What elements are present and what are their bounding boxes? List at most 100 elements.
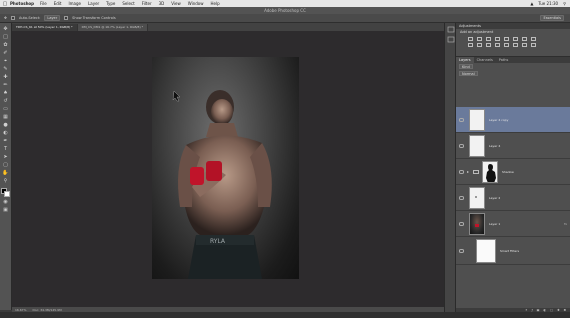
menu-type[interactable]: Type bbox=[106, 1, 115, 6]
menu-file[interactable]: File bbox=[40, 1, 47, 6]
add-mask-icon[interactable]: ▣ bbox=[537, 308, 540, 312]
color-swatches[interactable] bbox=[1, 188, 10, 197]
visibility-eye-icon[interactable] bbox=[459, 144, 464, 148]
properties-panel-icon[interactable] bbox=[447, 36, 455, 43]
document-tab-1[interactable]: TDH-CS_61 at 50% (Layer 1, RGB/8) * bbox=[12, 24, 78, 31]
menu-filter[interactable]: Filter bbox=[142, 1, 152, 6]
transform-controls-checkbox[interactable] bbox=[64, 16, 69, 20]
apple-icon[interactable]:  bbox=[0, 1, 10, 7]
exposure-icon[interactable] bbox=[495, 37, 500, 41]
layer-filter-dropdown[interactable]: Kind bbox=[459, 64, 473, 69]
auto-select-checkbox[interactable] bbox=[10, 16, 15, 20]
clock[interactable]: Tue 21:30 bbox=[538, 1, 558, 6]
layer-name[interactable]: Layer 4 copy bbox=[489, 118, 508, 122]
tab-paths[interactable]: Paths bbox=[496, 57, 512, 63]
history-brush-tool-icon[interactable]: ↺ bbox=[2, 98, 10, 104]
layer-name[interactable]: Layer 1 bbox=[489, 222, 500, 226]
layer-name[interactable]: Smart Filters bbox=[500, 249, 519, 253]
dodge-tool-icon[interactable]: ◐ bbox=[2, 130, 10, 136]
brightness-contrast-icon[interactable] bbox=[468, 37, 473, 41]
zoom-level[interactable]: 16.67% bbox=[15, 308, 26, 312]
channel-mixer-icon[interactable] bbox=[477, 43, 482, 47]
layer-row-layer-1[interactable]: Layer 1 fx bbox=[456, 211, 570, 237]
screen-mode-icon[interactable]: ▣ bbox=[2, 207, 10, 213]
layer-name[interactable]: Layer 4 bbox=[489, 144, 500, 148]
move-tool-icon[interactable]: ✥ bbox=[4, 16, 7, 20]
menu-image[interactable]: Image bbox=[68, 1, 81, 6]
doc-info[interactable]: Doc: 34.3M/145.9M bbox=[32, 308, 61, 312]
trash-icon[interactable]: ✖ bbox=[563, 308, 566, 312]
layer-row-layer-2[interactable]: Layer 2 bbox=[456, 185, 570, 211]
brush-tool-icon[interactable]: ✏ bbox=[2, 82, 10, 88]
new-adjustment-icon[interactable]: ◐ bbox=[544, 308, 547, 312]
chevron-right-icon[interactable]: ▸ bbox=[467, 169, 469, 174]
curves-icon[interactable] bbox=[486, 37, 491, 41]
workspace-dropdown[interactable]: Essentials bbox=[540, 15, 564, 21]
posterize-icon[interactable] bbox=[504, 43, 509, 47]
layer-row-shadow[interactable]: ▸ Shadow bbox=[456, 159, 570, 185]
layer-row-layer-4-copy[interactable]: Layer 4 copy bbox=[456, 107, 570, 133]
visibility-eye-icon[interactable] bbox=[459, 196, 464, 200]
visibility-eye-icon[interactable] bbox=[459, 118, 464, 122]
lasso-tool-icon[interactable]: ✿ bbox=[2, 42, 10, 48]
healing-tool-icon[interactable]: ✚ bbox=[2, 74, 10, 80]
pen-tool-icon[interactable]: ✒ bbox=[2, 138, 10, 144]
shape-tool-icon[interactable]: ▢ bbox=[2, 162, 10, 168]
black-white-icon[interactable] bbox=[531, 37, 536, 41]
selective-color-icon[interactable] bbox=[531, 43, 536, 47]
vibrance-icon[interactable] bbox=[504, 37, 509, 41]
type-tool-icon[interactable]: T bbox=[2, 146, 10, 152]
color-lookup-icon[interactable] bbox=[486, 43, 491, 47]
threshold-icon[interactable] bbox=[513, 43, 518, 47]
layer-row-smart-filters[interactable]: Smart Filters bbox=[456, 237, 570, 265]
new-layer-icon[interactable]: ✚ bbox=[557, 308, 560, 312]
menu-layer[interactable]: Layer bbox=[88, 1, 99, 6]
invert-icon[interactable] bbox=[495, 43, 500, 47]
menu-help[interactable]: Help bbox=[211, 1, 220, 6]
quick-mask-icon[interactable]: ◉ bbox=[2, 199, 10, 205]
link-layers-icon[interactable]: ⚭ bbox=[525, 308, 528, 312]
menu-select[interactable]: Select bbox=[122, 1, 134, 6]
blend-mode-dropdown[interactable]: Normal bbox=[459, 71, 478, 76]
hand-tool-icon[interactable]: ✋ bbox=[2, 170, 10, 176]
crop-tool-icon[interactable]: ⌖ bbox=[2, 58, 10, 64]
eyedropper-tool-icon[interactable]: ✎ bbox=[2, 66, 10, 72]
layer-name[interactable]: Shadow bbox=[502, 170, 514, 174]
layer-fx-badge[interactable]: fx bbox=[564, 222, 567, 226]
visibility-eye-icon[interactable] bbox=[459, 249, 464, 253]
menu-edit[interactable]: Edit bbox=[54, 1, 62, 6]
tab-layers[interactable]: Layers bbox=[456, 57, 474, 63]
spotlight-icon[interactable]: ⚲ bbox=[563, 1, 566, 6]
zoom-tool-icon[interactable]: ⚲ bbox=[2, 178, 10, 184]
visibility-eye-icon[interactable] bbox=[459, 170, 464, 174]
add-style-icon[interactable]: ƒ bbox=[532, 308, 533, 312]
clone-stamp-tool-icon[interactable]: ♠ bbox=[2, 90, 10, 96]
photo-filter-icon[interactable] bbox=[468, 43, 473, 47]
eraser-tool-icon[interactable]: ▭ bbox=[2, 106, 10, 112]
blur-tool-icon[interactable]: ● bbox=[2, 122, 10, 128]
document-tab-2[interactable]: DM_CS_DM1 @ 16.7% (Layer 1, RGB/8) * bbox=[77, 24, 149, 31]
new-group-icon[interactable]: □ bbox=[550, 308, 553, 312]
gradient-tool-icon[interactable]: ▦ bbox=[2, 114, 10, 120]
move-tool-icon[interactable]: ✥ bbox=[2, 26, 10, 32]
layer-row-layer-4[interactable]: Layer 4 bbox=[456, 133, 570, 159]
color-balance-icon[interactable] bbox=[522, 37, 527, 41]
visibility-eye-icon[interactable] bbox=[459, 222, 464, 226]
hue-saturation-icon[interactable] bbox=[513, 37, 518, 41]
gradient-map-icon[interactable] bbox=[522, 43, 527, 47]
history-panel-icon[interactable] bbox=[447, 26, 455, 33]
background-color[interactable] bbox=[4, 191, 10, 197]
auto-select-dropdown[interactable]: Layer bbox=[44, 15, 61, 21]
layer-name[interactable]: Layer 2 bbox=[489, 196, 500, 200]
path-select-tool-icon[interactable]: ➤ bbox=[2, 154, 10, 160]
tab-channels[interactable]: Channels bbox=[474, 57, 496, 63]
levels-icon[interactable] bbox=[477, 37, 482, 41]
quick-select-tool-icon[interactable]: ✐ bbox=[2, 50, 10, 56]
canvas-area[interactable]: RYLA bbox=[12, 31, 444, 307]
wifi-icon[interactable]: ▲ bbox=[530, 1, 533, 6]
menu-view[interactable]: View bbox=[171, 1, 181, 6]
marquee-tool-icon[interactable]: □ bbox=[2, 34, 10, 40]
menu-3d[interactable]: 3D bbox=[159, 1, 165, 6]
menu-window[interactable]: Window bbox=[188, 1, 204, 6]
menu-app-name[interactable]: Photoshop bbox=[10, 1, 34, 6]
